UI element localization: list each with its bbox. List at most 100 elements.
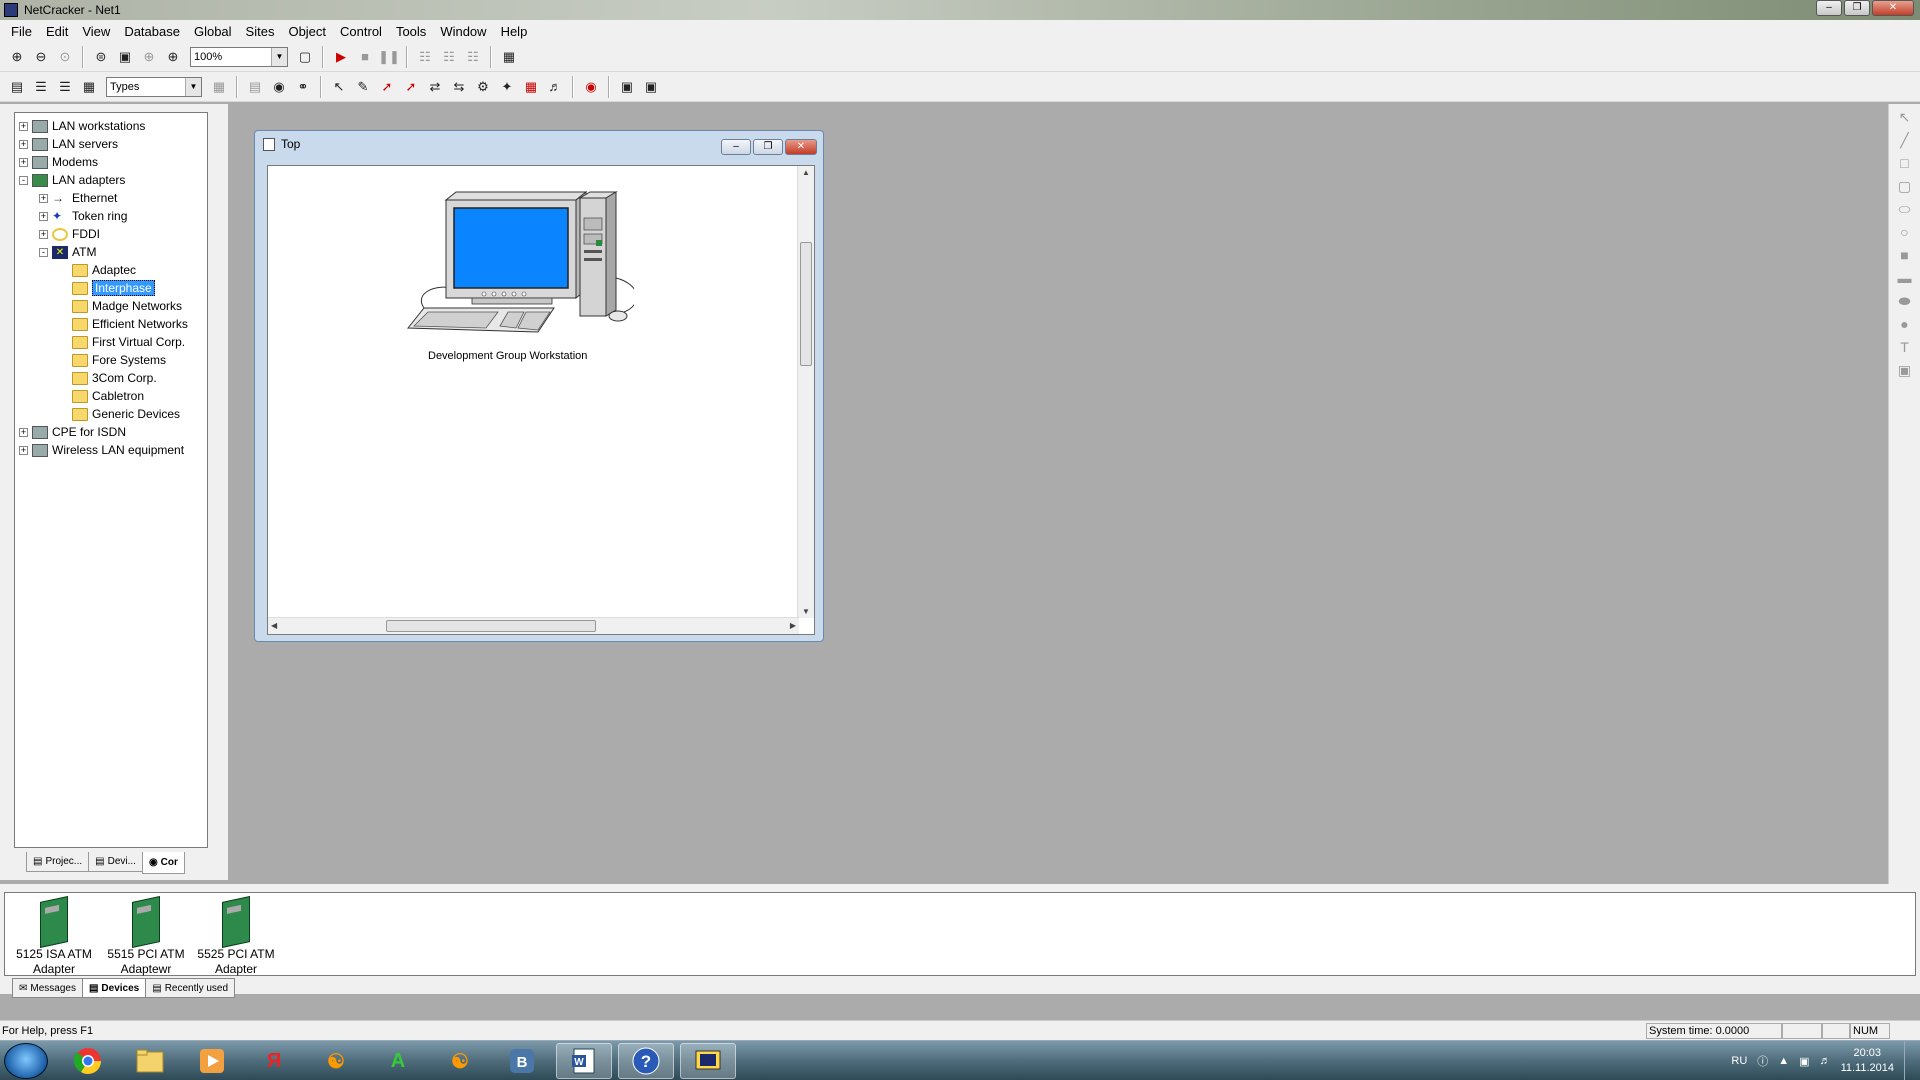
vertical-scrollbar[interactable]: ▲ ▼ xyxy=(797,166,814,618)
yandex-icon[interactable]: Я xyxy=(246,1043,302,1079)
device-item[interactable]: 5515 PCI ATM Adaptewr xyxy=(103,896,189,977)
volume-icon[interactable]: ♬ xyxy=(1820,1055,1831,1067)
device-label[interactable]: Development Group Workstation xyxy=(428,350,587,362)
tree-item-fore-systems[interactable]: Fore Systems xyxy=(15,351,207,369)
list-view-icon[interactable]: ☰ xyxy=(54,76,76,98)
tree-item-adaptec[interactable]: Adaptec xyxy=(15,261,207,279)
table-view-icon[interactable]: ▦ xyxy=(78,76,100,98)
scroll-down-icon[interactable]: ▼ xyxy=(802,607,810,616)
expand-icon[interactable]: + xyxy=(19,427,28,437)
filled-circle-icon[interactable]: ● xyxy=(1894,314,1916,334)
link-icon[interactable]: ⚭ xyxy=(292,76,314,98)
expand-icon[interactable]: + xyxy=(19,445,28,455)
ellipse-icon[interactable]: ⬭ xyxy=(1894,199,1916,219)
close-button[interactable]: ✕ xyxy=(1872,0,1914,16)
expand-icon[interactable]: + xyxy=(19,139,28,149)
device-tree[interactable]: + LAN workstations + LAN servers + Modem… xyxy=(14,112,208,848)
odnoklassniki-icon[interactable]: ☯ xyxy=(308,1043,364,1079)
tree-item-generic-devices[interactable]: Generic Devices xyxy=(15,405,207,423)
tab-devices[interactable]: ▤ Devi... xyxy=(88,852,143,872)
device-item[interactable]: 5125 ISA ATM Adapter xyxy=(11,896,97,977)
zoom-in-icon[interactable]: ⊕ xyxy=(6,46,28,68)
properties-icon[interactable]: ⚙ xyxy=(472,76,494,98)
layout-tree-icon[interactable]: ☷ xyxy=(414,46,436,68)
child-minimize-button[interactable]: – xyxy=(721,139,751,155)
pause-icon[interactable]: ❚❚ xyxy=(378,46,400,68)
tree-item-token-ring[interactable]: + ✦ Token ring xyxy=(15,207,207,225)
exchange-icon[interactable]: ⇆ xyxy=(448,76,470,98)
menu-object[interactable]: Object xyxy=(281,24,333,39)
tree-item-efficient-networks[interactable]: Efficient Networks xyxy=(15,315,207,333)
tree-item-3com[interactable]: 3Com Corp. xyxy=(15,369,207,387)
database-icon[interactable]: ▤ xyxy=(244,76,266,98)
menu-global[interactable]: Global xyxy=(187,24,239,39)
window-target-icon[interactable]: ▣ xyxy=(640,76,662,98)
tab-recently-used[interactable]: ▤ Recently used xyxy=(145,978,236,998)
language-indicator[interactable]: RU xyxy=(1731,1055,1747,1067)
odnoklassniki-icon-2[interactable]: ☯ xyxy=(432,1043,488,1079)
menu-database[interactable]: Database xyxy=(117,24,187,39)
media-player-icon[interactable] xyxy=(184,1043,240,1079)
tab-messages[interactable]: ✉ Messages xyxy=(12,978,83,998)
hierarchy-icon[interactable]: ☰ xyxy=(30,76,52,98)
tree-item-madge-networks[interactable]: Madge Networks xyxy=(15,297,207,315)
word-icon[interactable]: W xyxy=(556,1043,612,1079)
tab-components[interactable]: ◉ Cor xyxy=(141,852,185,874)
chrome-icon[interactable] xyxy=(60,1043,116,1079)
filled-rectangle-icon[interactable]: ■ xyxy=(1894,245,1916,265)
scroll-up-icon[interactable]: ▲ xyxy=(802,168,810,177)
rectangle-icon[interactable]: □ xyxy=(1894,153,1916,173)
tree-item-cabletron[interactable]: Cabletron xyxy=(15,387,207,405)
tree-item-ethernet[interactable]: + → Ethernet xyxy=(15,189,207,207)
fit-window-icon[interactable]: ▢ xyxy=(294,46,316,68)
tree-item-first-virtual[interactable]: First Virtual Corp. xyxy=(15,333,207,351)
sound-icon[interactable]: ♬ xyxy=(544,76,566,98)
expand-icon[interactable]: + xyxy=(19,157,28,167)
tab-project[interactable]: ▤ Projec... xyxy=(26,852,90,872)
child-close-button[interactable]: ✕ xyxy=(785,139,817,155)
zoom-fit-icon[interactable]: ⊙ xyxy=(54,46,76,68)
show-desktop-button[interactable] xyxy=(1904,1041,1914,1080)
netcracker-taskbar-icon[interactable] xyxy=(680,1043,736,1079)
menu-file[interactable]: File xyxy=(4,24,39,39)
horizontal-scroll-thumb[interactable] xyxy=(386,620,596,632)
tree-item-wireless[interactable]: + Wireless LAN equipment xyxy=(15,441,207,459)
device-item[interactable]: 5525 PCI ATM Adapter xyxy=(193,896,279,977)
expand-icon[interactable]: + xyxy=(39,229,48,239)
tree-item-interphase[interactable]: Interphase xyxy=(15,279,207,297)
collapse-icon[interactable]: - xyxy=(19,175,28,185)
device-list[interactable]: 5125 ISA ATM Adapter 5515 PCI ATM Adapte… xyxy=(4,892,1916,976)
image-icon[interactable]: ▣ xyxy=(1894,360,1916,380)
rounded-rectangle-icon[interactable]: ▢ xyxy=(1894,176,1916,196)
link-tool-icon[interactable]: ➚ xyxy=(376,76,398,98)
chevron-down-icon[interactable]: ▼ xyxy=(185,77,201,96)
menu-edit[interactable]: Edit xyxy=(39,24,75,39)
explorer-icon[interactable] xyxy=(122,1043,178,1079)
window-view-icon[interactable]: ▣ xyxy=(616,76,638,98)
filter-icon[interactable]: ▦ xyxy=(208,76,230,98)
zoom-combo[interactable]: 100% ▼ xyxy=(190,46,288,67)
horizontal-scrollbar[interactable]: ◀ ▶ xyxy=(268,617,799,634)
grid-icon[interactable]: ▦ xyxy=(520,76,542,98)
tab-devices-bottom[interactable]: ▤ Devices xyxy=(81,978,147,998)
zoom-area-icon[interactable]: ⊜ xyxy=(90,46,112,68)
minimize-button[interactable]: – xyxy=(1816,0,1842,16)
pointer-icon[interactable]: ↖ xyxy=(1894,107,1916,127)
tree-item-atm[interactable]: - ✕ ATM xyxy=(15,243,207,261)
tree-item-modems[interactable]: + Modems xyxy=(15,153,207,171)
tree-item-cpe-isdn[interactable]: + CPE for ISDN xyxy=(15,423,207,441)
tray-help-icon[interactable]: ⓘ xyxy=(1757,1053,1768,1069)
menu-control[interactable]: Control xyxy=(333,24,389,39)
line-icon[interactable]: ╱ xyxy=(1894,130,1916,150)
child-window-top[interactable]: Top – ❐ ✕ Development Group Workstation … xyxy=(254,130,824,642)
zoom-all-icon[interactable]: ⊕ xyxy=(162,46,184,68)
tree-item-lan-workstations[interactable]: + LAN workstations xyxy=(15,117,207,135)
scroll-right-icon[interactable]: ▶ xyxy=(790,621,796,630)
clock[interactable]: 20:03 11.11.2014 xyxy=(1841,1046,1894,1076)
tree-item-lan-adapters[interactable]: - LAN adapters xyxy=(15,171,207,189)
menu-help[interactable]: Help xyxy=(494,24,535,39)
filled-rounded-rectangle-icon[interactable]: ▬ xyxy=(1894,268,1916,288)
tray-arrow-icon[interactable]: ▲ xyxy=(1778,1055,1789,1067)
vk-icon[interactable]: B xyxy=(494,1043,550,1079)
pencil-icon[interactable]: ✎ xyxy=(352,76,374,98)
